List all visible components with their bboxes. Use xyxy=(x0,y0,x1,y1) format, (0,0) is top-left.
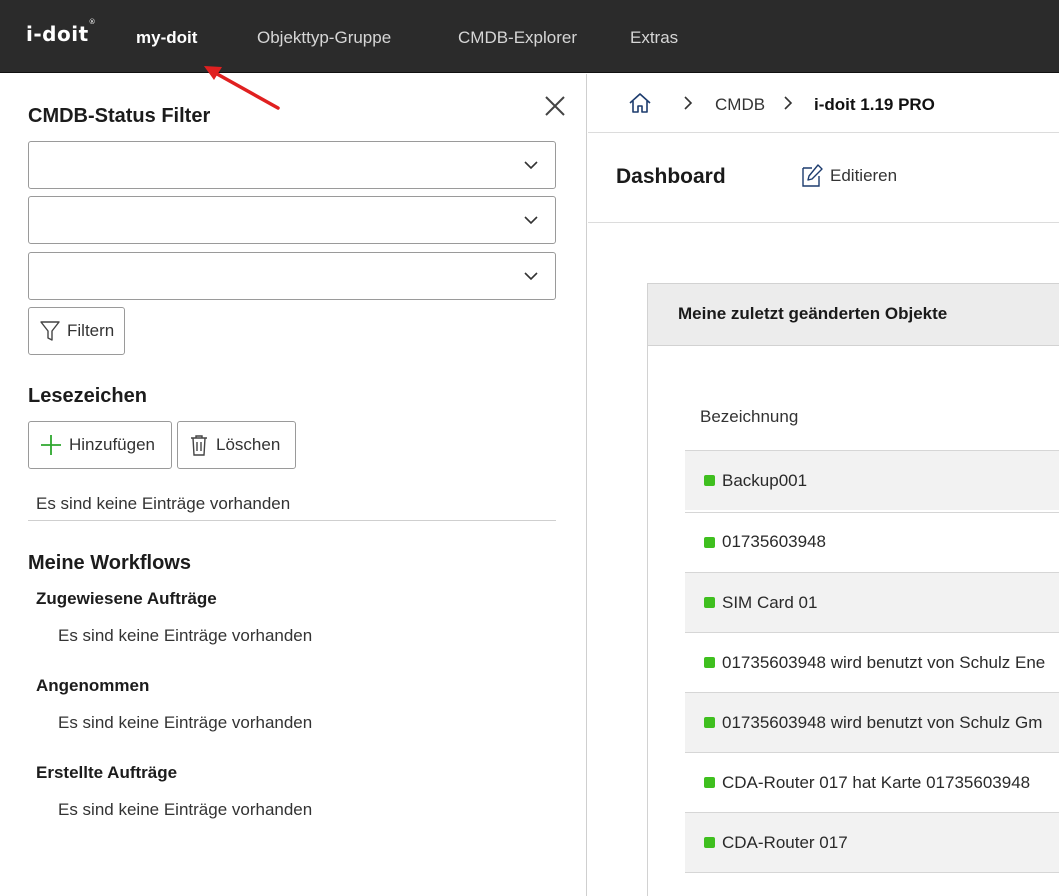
bookmarks-title: Lesezeichen xyxy=(28,385,147,407)
chevron-down-icon xyxy=(524,216,538,225)
widget-header: Meine zuletzt geänderten Objekte xyxy=(648,284,1059,346)
filter-button-label: Filtern xyxy=(67,321,115,340)
breadcrumb-cmdb[interactable]: CMDB xyxy=(715,95,765,115)
row-label[interactable]: SIM Card 01 xyxy=(722,593,817,613)
status-indicator xyxy=(704,597,715,608)
workflows-title: Meine Workflows xyxy=(28,552,191,574)
edit-dashboard-button[interactable]: Editieren xyxy=(800,163,897,189)
filter-button[interactable]: Filtern xyxy=(28,307,126,355)
bookmarks-empty-text: Es sind keine Einträge vorhanden xyxy=(36,494,291,513)
delete-bookmark-label: Löschen xyxy=(216,435,281,454)
status-indicator xyxy=(704,837,715,848)
bookmarks-divider xyxy=(28,520,556,521)
add-bookmark-button[interactable]: Hinzufügen xyxy=(28,421,172,469)
row-label[interactable]: 01735603948 wird benutzt von Schulz Gm xyxy=(722,713,1042,733)
accepted-empty: Es sind keine Einträge vorhanden xyxy=(58,713,313,732)
table-row[interactable]: Backup001 xyxy=(685,450,1059,510)
cmdb-status-filter-title: CMDB-Status Filter xyxy=(28,105,211,127)
status-indicator xyxy=(704,717,715,728)
created-orders-empty: Es sind keine Einträge vorhanden xyxy=(58,800,313,819)
add-bookmark-label: Hinzufügen xyxy=(69,435,156,454)
edit-icon xyxy=(802,164,823,187)
chevron-right-icon xyxy=(784,96,793,110)
row-label[interactable]: Backup001 xyxy=(722,471,807,491)
cmdb-status-select-3[interactable] xyxy=(28,252,556,300)
logo-registered-mark: ® xyxy=(88,18,97,27)
nav-extras[interactable]: Extras xyxy=(630,28,678,48)
chevron-down-icon xyxy=(524,272,538,281)
funnel-icon xyxy=(40,321,60,341)
cmdb-status-select-2[interactable] xyxy=(28,196,556,244)
trash-icon xyxy=(191,435,207,456)
row-label[interactable]: CDA-Router 017 hat Karte 01735603948 xyxy=(722,773,1030,793)
close-icon[interactable] xyxy=(543,94,567,118)
row-label[interactable]: CDA-Router 017 xyxy=(722,833,848,853)
page-title: Dashboard xyxy=(616,165,726,188)
status-indicator xyxy=(704,475,715,486)
breadcrumb-current: i-doit 1.19 PRO xyxy=(814,95,935,114)
table-row-partial[interactable] xyxy=(685,872,1059,896)
status-indicator xyxy=(704,537,715,548)
table-row[interactable]: 01735603948 wird benutzt von Schulz Gm xyxy=(685,692,1059,752)
cmdb-status-select-1[interactable] xyxy=(28,141,556,189)
nav-objekttyp-gruppe[interactable]: Objekttyp-Gruppe xyxy=(257,28,391,48)
chevron-right-icon xyxy=(684,96,693,110)
home-icon[interactable] xyxy=(628,91,652,115)
breadcrumb: CMDB i-doit 1.19 PRO xyxy=(588,74,1059,133)
created-orders-title: Erstellte Aufträge xyxy=(36,763,178,782)
nav-cmdb-explorer[interactable]: CMDB-Explorer xyxy=(458,28,577,48)
table-row[interactable]: CDA-Router 017 xyxy=(685,812,1059,872)
accepted-title: Angenommen xyxy=(36,676,150,695)
status-indicator xyxy=(704,777,715,788)
annotation-arrow-icon xyxy=(204,66,280,110)
logo-text: i-doit xyxy=(26,22,89,46)
table-row[interactable]: 01735603948 wird benutzt von Schulz Ene xyxy=(685,632,1059,692)
table-row[interactable]: SIM Card 01 xyxy=(685,572,1059,632)
assigned-orders-title: Zugewiesene Aufträge xyxy=(36,589,217,608)
column-header-bezeichnung[interactable]: Bezeichnung xyxy=(700,407,798,427)
delete-bookmark-button[interactable]: Löschen xyxy=(177,421,296,469)
i-doit-logo[interactable]: i-doit® xyxy=(26,18,96,46)
row-label[interactable]: 01735603948 wird benutzt von Schulz Ene xyxy=(722,653,1045,673)
widget-title: Meine zuletzt geänderten Objekte xyxy=(678,304,948,323)
status-indicator xyxy=(704,657,715,668)
table-row[interactable]: CDA-Router 017 hat Karte 01735603948 xyxy=(685,752,1059,812)
plus-icon xyxy=(41,435,61,455)
nav-my-doit[interactable]: my-doit xyxy=(136,28,197,48)
my-doit-panel: CMDB-Status Filter Filtern Lesezeichen H… xyxy=(0,74,587,896)
chevron-down-icon xyxy=(524,161,538,170)
assigned-orders-empty: Es sind keine Einträge vorhanden xyxy=(58,626,313,645)
dashboard-header: Dashboard Editieren xyxy=(588,133,1059,223)
edit-dashboard-label: Editieren xyxy=(830,166,898,185)
table-row[interactable]: 01735603948 xyxy=(685,512,1059,572)
top-navigation-bar: i-doit® my-doit Objekttyp-Gruppe CMDB-Ex… xyxy=(0,0,1059,73)
row-label[interactable]: 01735603948 xyxy=(722,532,826,552)
